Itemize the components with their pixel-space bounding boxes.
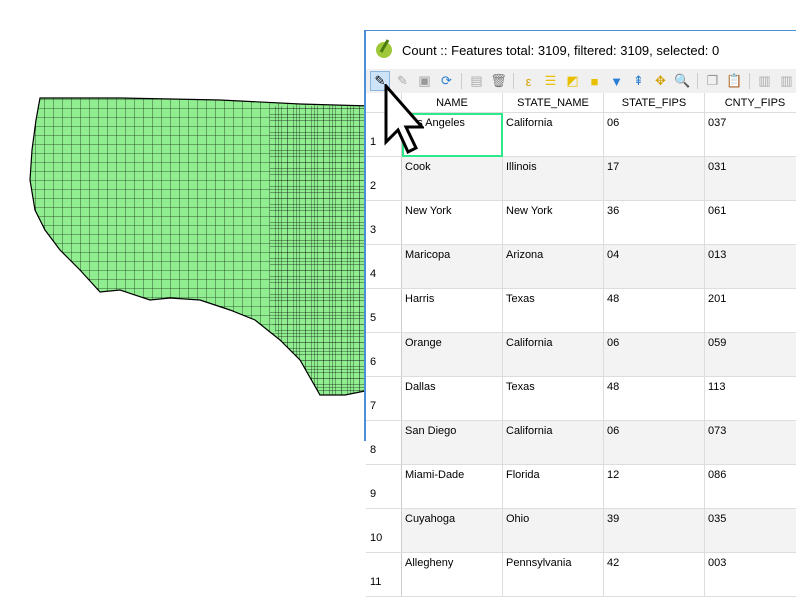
cell-state-name[interactable]: Florida	[503, 465, 604, 509]
cell-state-fips[interactable]: 48	[604, 289, 705, 333]
invert-selection-icon[interactable]: ◩	[563, 72, 582, 91]
cell-cnty-fips[interactable]: 035	[705, 509, 796, 553]
table-row[interactable]: 8San DiegoCalifornia06073	[366, 421, 796, 465]
row-number[interactable]: 10	[366, 509, 402, 553]
cell-state-name[interactable]: Illinois	[503, 157, 604, 201]
counties-map[interactable]	[0, 0, 370, 426]
cell-state-fips[interactable]: 39	[604, 509, 705, 553]
table-row[interactable]: 10CuyahogaOhio39035	[366, 509, 796, 553]
cell-state-name[interactable]: California	[503, 113, 604, 157]
column-header-cnty-fips[interactable]: CNTY_FIPS	[705, 93, 796, 113]
table-row[interactable]: 11AlleghenyPennsylvania42003	[366, 553, 796, 597]
new-field-icon[interactable]: ▥	[755, 72, 774, 91]
column-header-state-name[interactable]: STATE_NAME	[503, 93, 604, 113]
table-row[interactable]: 5HarrisTexas48201	[366, 289, 796, 333]
row-number[interactable]: 6	[366, 333, 402, 377]
pan-to-selection-icon[interactable]: ✥	[651, 72, 670, 91]
table-row[interactable]: 2CookIllinois17031	[366, 157, 796, 201]
cell-state-name[interactable]: Ohio	[503, 509, 604, 553]
deselect-icon[interactable]: ■	[585, 72, 604, 91]
cell-cnty-fips[interactable]: 201	[705, 289, 796, 333]
row-number[interactable]: 11	[366, 553, 402, 597]
cell-name[interactable]: New York	[402, 201, 503, 245]
cell-name[interactable]: Cuyahoga	[402, 509, 503, 553]
title-bar: Count :: Features total: 3109, filtered:…	[366, 31, 796, 69]
table-row[interactable]: 3New YorkNew York36061	[366, 201, 796, 245]
cell-state-fips[interactable]: 12	[604, 465, 705, 509]
delete-icon[interactable]: 🗑	[489, 72, 508, 91]
cell-cnty-fips[interactable]: 003	[705, 553, 796, 597]
window-title: Count :: Features total: 3109, filtered:…	[402, 43, 719, 58]
row-number[interactable]: 7	[366, 377, 402, 421]
cell-state-fips[interactable]: 06	[604, 421, 705, 465]
row-number[interactable]: 8	[366, 421, 402, 465]
cell-cnty-fips[interactable]: 061	[705, 201, 796, 245]
cell-state-fips[interactable]: 06	[604, 333, 705, 377]
row-number[interactable]: 4	[366, 245, 402, 289]
reload-icon[interactable]: ⟳	[437, 72, 456, 91]
cell-cnty-fips[interactable]: 037	[705, 113, 796, 157]
cell-state-name[interactable]: California	[503, 333, 604, 377]
row-number[interactable]: 3	[366, 201, 402, 245]
cell-name[interactable]: Dallas	[402, 377, 503, 421]
cell-name[interactable]: Allegheny	[402, 553, 503, 597]
cell-state-fips[interactable]: 17	[604, 157, 705, 201]
row-number[interactable]: 9	[366, 465, 402, 509]
cell-state-fips[interactable]: 06	[604, 113, 705, 157]
move-selection-top-icon[interactable]: ⇞	[629, 72, 648, 91]
cell-state-name[interactable]: Texas	[503, 289, 604, 333]
cell-state-fips[interactable]: 04	[604, 245, 705, 289]
column-header-state-fips[interactable]: STATE_FIPS	[604, 93, 705, 113]
select-all-icon[interactable]: ☰	[541, 72, 560, 91]
attribute-table: NAME STATE_NAME STATE_FIPS CNTY_FIPS 1Lo…	[366, 93, 796, 597]
cell-state-name[interactable]: Pennsylvania	[503, 553, 604, 597]
cell-cnty-fips[interactable]: 013	[705, 245, 796, 289]
cell-name[interactable]: San Diego	[402, 421, 503, 465]
cell-state-name[interactable]: New York	[503, 201, 604, 245]
cell-cnty-fips[interactable]: 073	[705, 421, 796, 465]
attribute-table-window: Count :: Features total: 3109, filtered:…	[364, 30, 796, 441]
cell-cnty-fips[interactable]: 086	[705, 465, 796, 509]
cell-name[interactable]: Orange	[402, 333, 503, 377]
cell-state-fips[interactable]: 42	[604, 553, 705, 597]
mouse-cursor	[384, 84, 424, 156]
zoom-to-selection-icon[interactable]: 🔍	[673, 72, 692, 91]
filter-icon[interactable]: ▼	[607, 72, 626, 91]
paste-icon[interactable]: 📋	[725, 72, 744, 91]
cell-cnty-fips[interactable]: 059	[705, 333, 796, 377]
cell-state-fips[interactable]: 48	[604, 377, 705, 421]
cell-state-fips[interactable]: 36	[604, 201, 705, 245]
cell-cnty-fips[interactable]: 031	[705, 157, 796, 201]
row-number[interactable]: 2	[366, 157, 402, 201]
cell-state-name[interactable]: California	[503, 421, 604, 465]
cell-state-name[interactable]: Arizona	[503, 245, 604, 289]
toolbar: ✎ ✎ ▣ ⟳ ▤ 🗑 ε ☰ ◩ ■ ▼ ⇞ ✥ 🔍 ❐ 📋 ▥ ▥	[366, 69, 796, 95]
row-number[interactable]: 5	[366, 289, 402, 333]
table-row[interactable]: 1Los AngelesCalifornia06037	[366, 113, 796, 157]
cell-name[interactable]: Maricopa	[402, 245, 503, 289]
table-row[interactable]: 4MaricopaArizona04013	[366, 245, 796, 289]
delete-field-icon[interactable]: ▥	[777, 72, 796, 91]
cell-name[interactable]: Harris	[402, 289, 503, 333]
table-row[interactable]: 9Miami-DadeFlorida12086	[366, 465, 796, 509]
add-feature-icon[interactable]: ▤	[467, 72, 486, 91]
select-expression-icon[interactable]: ε	[519, 72, 538, 91]
cell-name[interactable]: Cook	[402, 157, 503, 201]
table-row[interactable]: 7DallasTexas48113	[366, 377, 796, 421]
copy-icon[interactable]: ❐	[703, 72, 722, 91]
table-row[interactable]: 6OrangeCalifornia06059	[366, 333, 796, 377]
cell-cnty-fips[interactable]: 113	[705, 377, 796, 421]
cell-state-name[interactable]: Texas	[503, 377, 604, 421]
cell-name[interactable]: Miami-Dade	[402, 465, 503, 509]
qgis-logo-icon	[376, 42, 392, 58]
